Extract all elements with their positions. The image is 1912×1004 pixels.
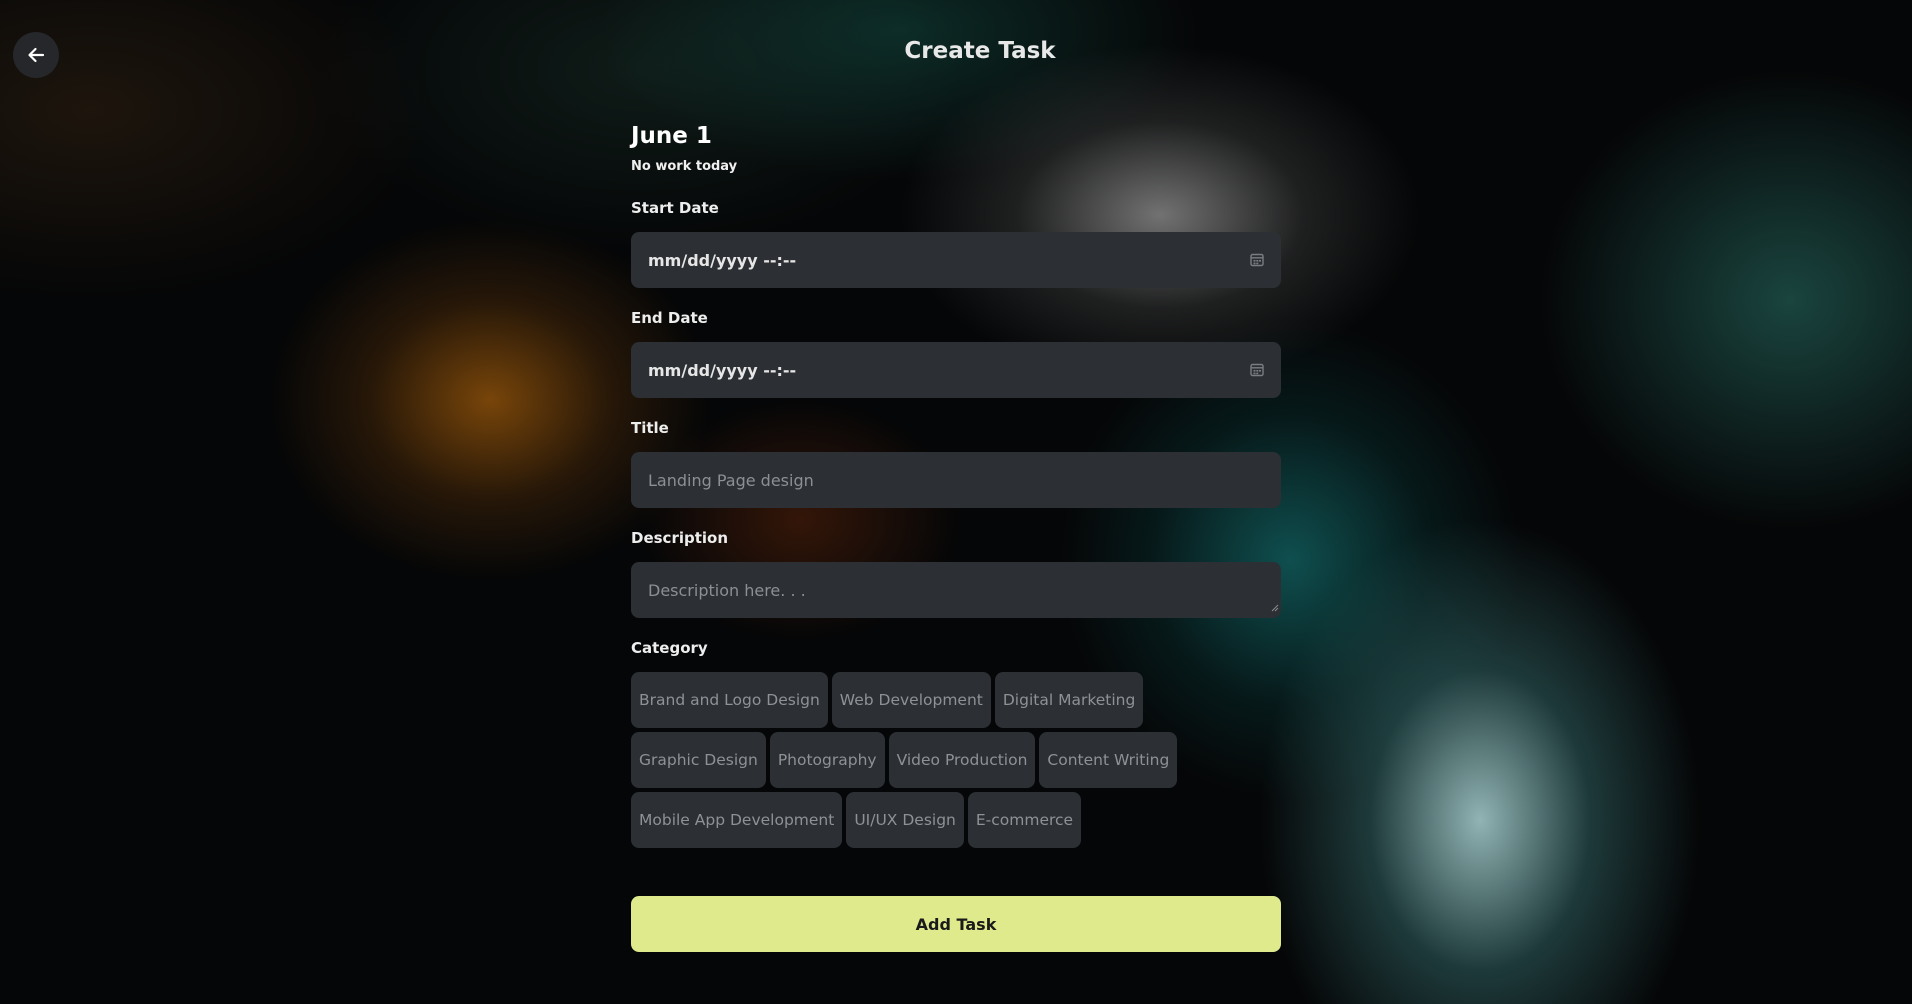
category-chip[interactable]: Content Writing <box>1039 732 1178 788</box>
end-date-value: mm/dd/yyyy --:-- <box>648 360 797 380</box>
calendar-icon[interactable] <box>1250 363 1264 377</box>
work-status-text: No work today <box>631 159 738 174</box>
category-chip[interactable]: Photography <box>769 732 885 788</box>
add-task-button[interactable]: Add Task <box>631 896 1281 952</box>
category-chip[interactable]: Mobile App Development <box>631 792 843 848</box>
title-placeholder: Landing Page design <box>648 470 814 490</box>
start-date-value: mm/dd/yyyy --:-- <box>648 250 797 270</box>
category-chip[interactable]: Graphic Design <box>631 732 766 788</box>
start-date-label: Start Date <box>631 199 719 217</box>
category-chip[interactable]: Brand and Logo Design <box>631 672 828 728</box>
calendar-icon[interactable] <box>1250 253 1264 267</box>
category-chip[interactable]: Video Production <box>888 732 1036 788</box>
category-chip[interactable]: E-commerce <box>967 792 1082 848</box>
description-label: Description <box>631 529 729 547</box>
description-placeholder: Description here. . . <box>648 580 806 600</box>
page-title: Create Task <box>904 38 1056 64</box>
category-chip[interactable]: Digital Marketing <box>994 672 1144 728</box>
category-chip[interactable]: Web Development <box>831 672 991 728</box>
create-task-form: June 1 No work today Start Date mm/dd/yy… <box>631 120 1281 952</box>
title-label: Title <box>631 419 669 437</box>
selected-date: June 1 <box>631 123 712 149</box>
description-textarea[interactable]: Description here. . . <box>631 562 1281 618</box>
category-chip-group: Brand and Logo Design Web Development Di… <box>631 672 1281 848</box>
end-date-label: End Date <box>631 309 708 327</box>
end-date-input[interactable]: mm/dd/yyyy --:-- <box>631 342 1281 398</box>
category-chip[interactable]: UI/UX Design <box>846 792 964 848</box>
title-input[interactable]: Landing Page design <box>631 452 1281 508</box>
start-date-input[interactable]: mm/dd/yyyy --:-- <box>631 232 1281 288</box>
category-label: Category <box>631 639 708 657</box>
resize-handle-icon[interactable] <box>1270 597 1279 616</box>
